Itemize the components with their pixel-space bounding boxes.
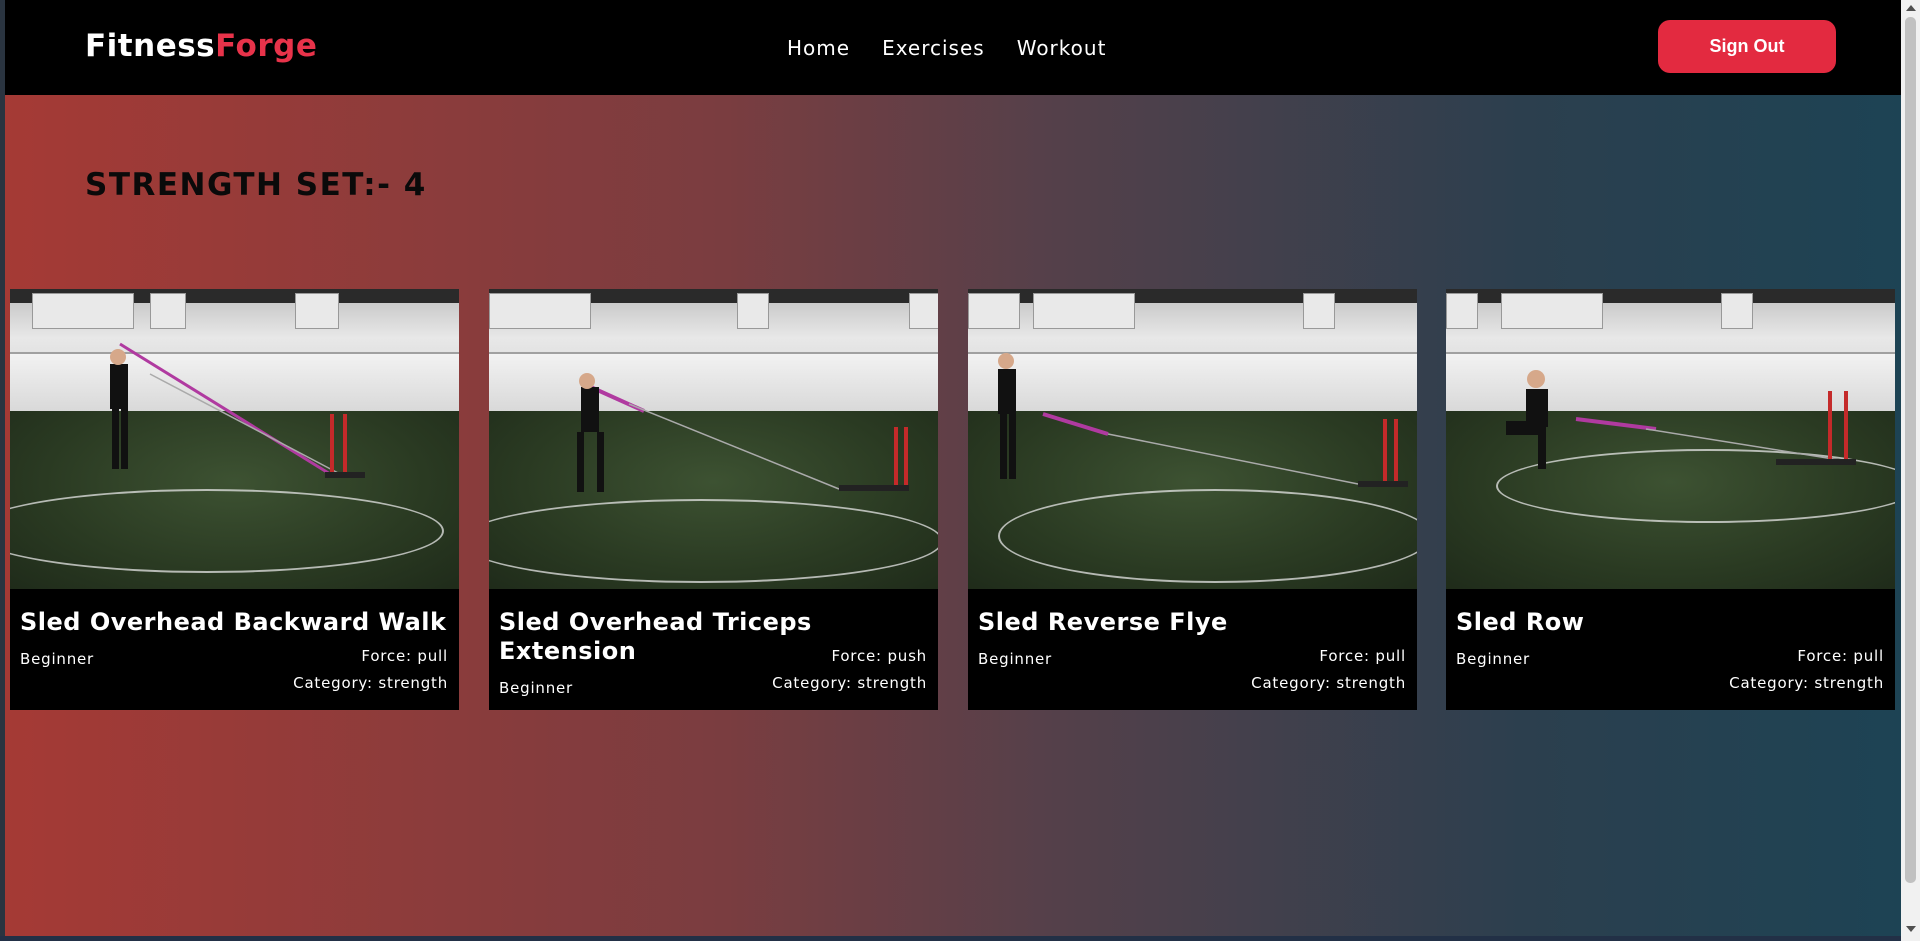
exercise-category: Category: strength xyxy=(1729,674,1884,692)
exercise-meta: Force: pull Category: strength xyxy=(1251,643,1406,697)
vertical-scrollbar[interactable] xyxy=(1901,0,1920,941)
nav-link-workout[interactable]: Workout xyxy=(1017,34,1107,62)
exercise-info: Sled Reverse Flye Beginner Force: pull C… xyxy=(968,589,1417,710)
sign-out-button[interactable]: Sign Out xyxy=(1658,20,1836,73)
exercise-card[interactable]: Sled Overhead Triceps Extension Beginner… xyxy=(489,289,938,710)
exercise-level: Beginner xyxy=(1456,650,1531,668)
exercise-name: Sled Reverse Flye xyxy=(978,608,1228,636)
exercise-level: Beginner xyxy=(499,679,574,697)
nav-link-home[interactable]: Home xyxy=(787,34,850,62)
brand-name-part1: Fitness xyxy=(85,28,216,64)
exercise-card[interactable]: Sled Overhead Backward Walk Beginner For… xyxy=(10,289,459,710)
exercise-card[interactable]: Sled Reverse Flye Beginner Force: pull C… xyxy=(968,289,1417,710)
scroll-up-arrow-icon[interactable] xyxy=(1906,5,1916,11)
exercise-meta: Force: push Category: strength xyxy=(772,643,927,697)
exercise-force: Force: pull xyxy=(1319,647,1406,665)
exercise-name: Sled Row xyxy=(1456,608,1585,636)
exercise-category: Category: strength xyxy=(772,674,927,692)
exercise-info: Sled Row Beginner Force: pull Category: … xyxy=(1446,589,1895,710)
exercise-name: Sled Overhead Backward Walk xyxy=(20,608,447,636)
exercise-category: Category: strength xyxy=(1251,674,1406,692)
main-nav: Home Exercises Workout xyxy=(787,34,1106,62)
exercise-photo xyxy=(489,289,938,589)
exercise-force: Force: pull xyxy=(1797,647,1884,665)
nav-link-exercises[interactable]: Exercises xyxy=(882,34,985,62)
scroll-down-arrow-icon[interactable] xyxy=(1906,926,1916,932)
exercise-photo xyxy=(10,289,459,589)
athlete-figure xyxy=(577,373,909,492)
exercise-photo xyxy=(1446,289,1895,589)
scrollbar-thumb[interactable] xyxy=(1905,17,1916,883)
exercise-force: Force: pull xyxy=(361,647,448,665)
exercise-card[interactable]: Sled Row Beginner Force: pull Category: … xyxy=(1446,289,1895,710)
athlete-figure xyxy=(998,353,1408,487)
exercise-meta: Force: pull Category: strength xyxy=(293,643,448,697)
brand-logo[interactable]: FitnessForge xyxy=(85,27,317,65)
exercise-meta: Force: pull Category: strength xyxy=(1729,643,1884,697)
exercise-info: Sled Overhead Triceps Extension Beginner… xyxy=(489,589,938,710)
exercise-level: Beginner xyxy=(978,650,1053,668)
athlete-figure xyxy=(1506,370,1856,469)
exercise-category: Category: strength xyxy=(293,674,448,692)
exercise-force: Force: push xyxy=(831,647,927,665)
page-viewport: FitnessForge Home Exercises Workout Sign… xyxy=(5,0,1901,936)
page-title: STRENGTH SET:- 4 xyxy=(85,167,427,203)
athlete-figure xyxy=(110,342,365,478)
brand-name-part2: Forge xyxy=(215,28,318,64)
exercise-info: Sled Overhead Backward Walk Beginner For… xyxy=(10,589,459,710)
exercise-level: Beginner xyxy=(20,650,95,668)
exercise-photo xyxy=(968,289,1417,589)
navbar: FitnessForge Home Exercises Workout Sign… xyxy=(5,0,1901,95)
window-bottom-edge xyxy=(0,936,1920,941)
